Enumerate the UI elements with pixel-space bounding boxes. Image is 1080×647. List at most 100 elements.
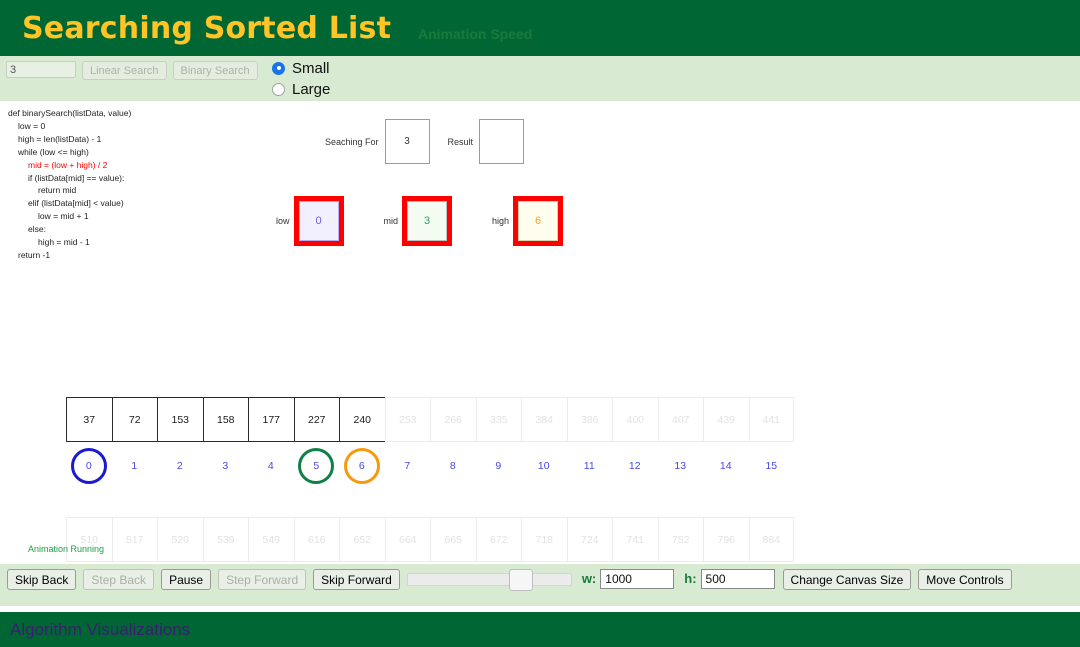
array-cell: 386 <box>566 397 612 442</box>
array-cell: 253 <box>384 397 430 442</box>
array-cell: 441 <box>748 397 794 442</box>
index-number: 1 <box>131 460 138 472</box>
pointer-mid-box: 3 <box>402 196 453 246</box>
searching-for-box: 3 <box>384 119 430 164</box>
step-forward-button[interactable]: Step Forward <box>218 569 307 590</box>
radio-large-icon[interactable] <box>272 82 285 96</box>
animation-status-text: Animation Running <box>28 544 105 554</box>
array-cell: 400 <box>612 397 658 442</box>
array-cell: 37 <box>66 397 112 442</box>
radio-large-label: Large <box>292 80 331 98</box>
array-cell: 741 <box>612 517 658 562</box>
code-line: else: <box>28 224 46 235</box>
step-back-button[interactable]: Step Back <box>83 569 155 590</box>
skip-forward-button[interactable]: Skip Forward <box>313 569 400 590</box>
array-cell: 718 <box>521 517 567 562</box>
radio-small-icon[interactable] <box>272 61 285 75</box>
radio-option-large[interactable]: Large <box>272 79 330 99</box>
pointer-mid-label: mid <box>383 216 399 226</box>
index-number: 11 <box>583 460 595 472</box>
top-control-bar: Linear Search Binary Search Small Large <box>0 56 1080 101</box>
index-number: 5 <box>313 460 320 472</box>
pointer-high: high 6 <box>492 196 564 246</box>
array-cell: 672 <box>475 517 521 562</box>
array-cell: 884 <box>748 517 794 562</box>
array-cell: 549 <box>248 517 294 562</box>
array-index-label: 6 <box>339 448 385 484</box>
animation-control-bar: Skip Back Step Back Pause Step Forward S… <box>0 564 1080 606</box>
slider-track[interactable] <box>406 573 572 586</box>
array-cells-row-2: 510 517 520 539 549 616 652 664 665 672 718 724 741 7… <box>66 517 794 562</box>
index-number: 15 <box>765 460 778 472</box>
array-cell: 520 <box>157 517 203 562</box>
index-number: 13 <box>674 460 687 472</box>
array-index-label: 13 <box>658 448 704 484</box>
pointer-high-label: high <box>492 216 510 226</box>
linear-search-button[interactable]: Linear Search <box>82 61 167 80</box>
index-number: 4 <box>267 460 274 472</box>
array-cell: 72 <box>111 397 157 442</box>
array-cell: 724 <box>566 517 612 562</box>
index-number: 12 <box>628 460 641 472</box>
app-footer: Algorithm Visualizations <box>0 612 1080 647</box>
animation-speed-slider[interactable] <box>406 569 572 591</box>
array-index-label: 1 <box>112 448 158 484</box>
array-cell: 384 <box>521 397 567 442</box>
array-cell: 240 <box>339 397 385 442</box>
canvas-height-input[interactable] <box>700 569 775 589</box>
height-label: h: <box>684 571 697 586</box>
index-number: 8 <box>449 460 456 472</box>
array-index-label: 0 <box>66 448 112 484</box>
index-number: 2 <box>176 460 183 472</box>
array-cell: 177 <box>248 397 294 442</box>
array-cell: 153 <box>157 397 203 442</box>
animation-speed-label: Animation Speed <box>418 26 533 42</box>
code-line: low = 0 <box>18 120 46 131</box>
search-value-input[interactable] <box>6 61 76 78</box>
index-number: 6 <box>358 460 365 472</box>
array-cell: 517 <box>111 517 157 562</box>
array-index-label: 4 <box>248 448 294 484</box>
canvas-width-input[interactable] <box>600 569 675 589</box>
index-number: 7 <box>404 460 411 472</box>
index-number: 0 <box>85 460 92 472</box>
array-cell: 664 <box>384 517 430 562</box>
code-line: def binarySearch(listData, value) <box>8 108 132 118</box>
array-index-label: 5 <box>294 448 340 484</box>
index-number: 14 <box>719 460 732 472</box>
radio-option-small[interactable]: Small <box>272 58 330 78</box>
code-line: while (low <= high) <box>18 146 89 157</box>
pointer-row: low 0 mid 3 high 6 <box>276 196 564 246</box>
pointer-low: low 0 <box>276 196 344 246</box>
array-cell: 439 <box>703 397 749 442</box>
app-header: Searching Sorted List <box>0 0 1080 56</box>
array-index-label: 14 <box>703 448 749 484</box>
searching-for-label: Seaching For <box>325 136 379 147</box>
array-index-label: 9 <box>476 448 522 484</box>
array-cell: 752 <box>657 517 703 562</box>
change-canvas-size-button[interactable]: Change Canvas Size <box>782 569 912 590</box>
code-line: high = len(listData) - 1 <box>18 133 102 144</box>
pointer-low-label: low <box>276 216 290 226</box>
move-controls-button[interactable]: Move Controls <box>918 569 1012 590</box>
list-size-radio-group: Small Large <box>272 58 330 99</box>
code-line: return -1 <box>18 249 51 260</box>
array-index-label: 11 <box>567 448 613 484</box>
visualization-canvas: def binarySearch(listData, value) low = 0… <box>0 101 1080 592</box>
width-label: w: <box>581 571 597 586</box>
array-cell: 652 <box>339 517 385 562</box>
array-index-label: 10 <box>521 448 567 484</box>
slider-thumb[interactable] <box>508 569 533 591</box>
pointer-mid: mid 3 <box>384 196 453 246</box>
array-cell: 407 <box>657 397 703 442</box>
pointer-high-box: 6 <box>513 196 564 246</box>
array-cell: 539 <box>202 517 248 562</box>
array-cell: 266 <box>430 397 476 442</box>
skip-back-button[interactable]: Skip Back <box>7 569 77 590</box>
array-row-1: 37 72 153 158 177 227 240 253 266 335 384 386 400 407… <box>66 397 794 484</box>
pause-button[interactable]: Pause <box>161 569 212 590</box>
page-title: Searching Sorted List <box>22 10 392 46</box>
pseudocode-block: def binarySearch(listData, value) low = 0… <box>8 107 131 262</box>
index-number: 3 <box>222 460 229 472</box>
binary-search-button[interactable]: Binary Search <box>172 61 258 80</box>
